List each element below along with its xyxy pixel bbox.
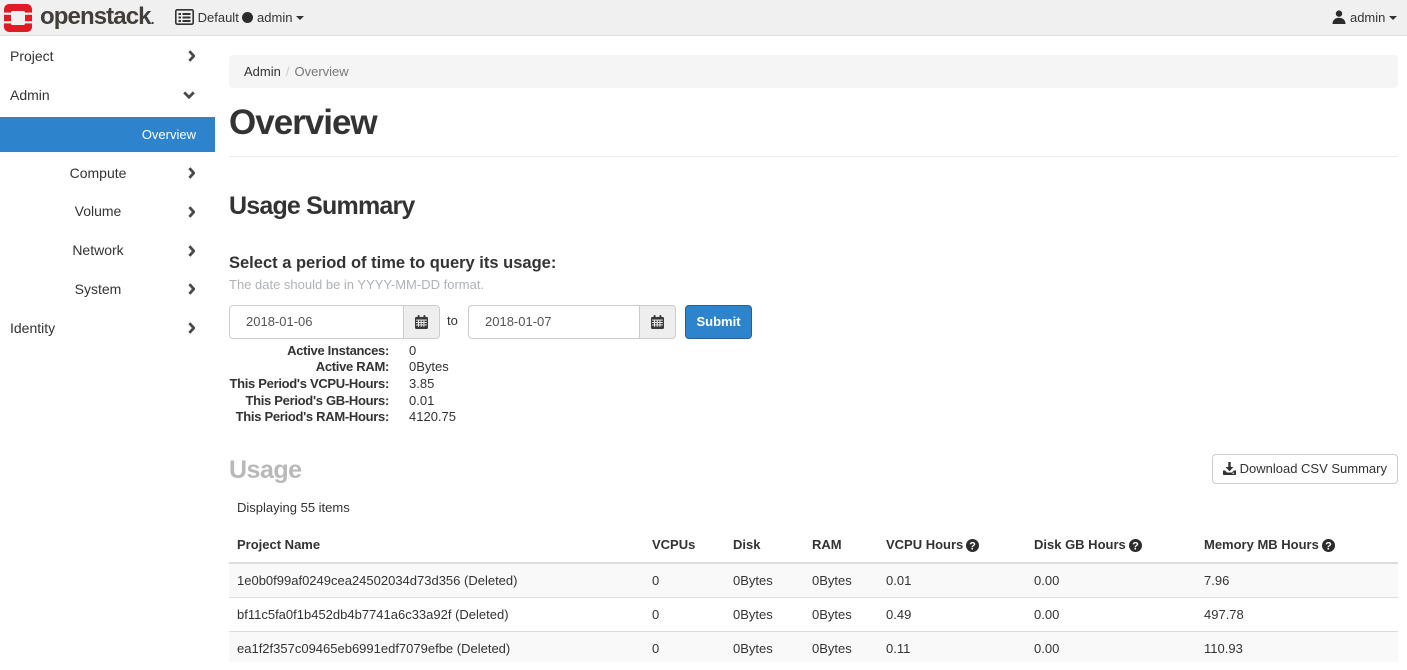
svg-text:?: ? — [1325, 540, 1332, 552]
svg-text:?: ? — [969, 540, 976, 552]
svg-text:?: ? — [1132, 540, 1139, 552]
